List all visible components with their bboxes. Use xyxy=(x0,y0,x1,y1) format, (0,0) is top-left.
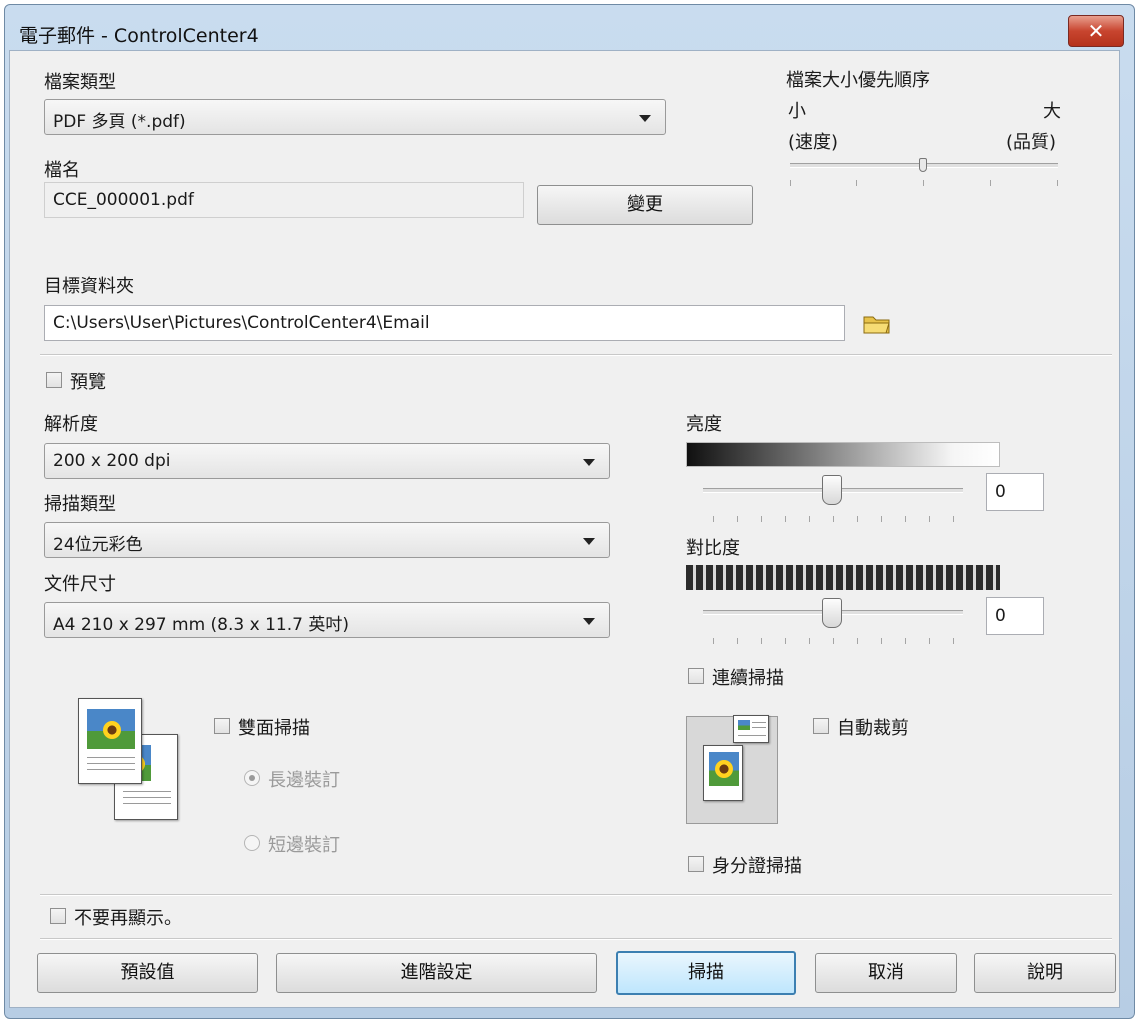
scan-type-select[interactable]: 24位元彩色 xyxy=(44,522,610,558)
scan-type-label: 掃描類型 xyxy=(44,494,116,515)
destination-folder-value: C:\Users\User\Pictures\ControlCenter4\Em… xyxy=(53,313,430,333)
folder-icon[interactable] xyxy=(862,312,892,336)
file-type-label: 檔案類型 xyxy=(44,72,116,93)
long-edge-label: 長邊裝訂 xyxy=(268,770,340,791)
small-card xyxy=(733,715,769,743)
speed-label: (速度) xyxy=(788,132,839,153)
button-divider xyxy=(40,938,1112,940)
duplex-scan-label: 雙面掃描 xyxy=(238,718,310,739)
document-size-label: 文件尺寸 xyxy=(44,574,116,595)
chevron-down-icon xyxy=(639,115,651,122)
chevron-down-icon xyxy=(583,538,595,545)
duplex-scan-checkbox[interactable] xyxy=(214,718,230,734)
file-type-value: PDF 多頁 (*.pdf) xyxy=(53,112,186,132)
continuous-scan-checkbox[interactable] xyxy=(688,668,704,684)
short-edge-radio[interactable] xyxy=(244,835,260,851)
short-edge-label: 短邊裝訂 xyxy=(268,835,340,856)
dont-show-again-label: 不要再顯示。 xyxy=(74,908,182,929)
help-button[interactable]: 說明 xyxy=(974,953,1116,993)
id-card-scan-checkbox[interactable] xyxy=(688,856,704,872)
document-size-value: A4 210 x 297 mm (8.3 x 11.7 英吋) xyxy=(53,615,349,635)
size-small-label: 小 xyxy=(788,101,806,122)
brightness-value-input[interactable]: 0 xyxy=(986,473,1044,511)
contrast-value-input[interactable]: 0 xyxy=(986,597,1044,635)
file-type-select[interactable]: PDF 多頁 (*.pdf) xyxy=(44,99,666,135)
long-edge-radio[interactable] xyxy=(244,770,260,786)
window-title: 電子郵件 - ControlCenter4 xyxy=(19,25,259,47)
photo-card xyxy=(703,745,743,801)
file-size-slider-ticks xyxy=(790,180,1058,188)
contrast-value: 0 xyxy=(995,606,1006,626)
resolution-label: 解析度 xyxy=(44,414,98,435)
cancel-button[interactable]: 取消 xyxy=(815,953,957,993)
document-size-select[interactable]: A4 210 x 297 mm (8.3 x 11.7 英吋) xyxy=(44,602,610,638)
size-large-label: 大 xyxy=(1043,101,1061,122)
front-page xyxy=(78,698,142,784)
contrast-stripe-bar xyxy=(686,565,1000,590)
brightness-label: 亮度 xyxy=(686,414,722,435)
resolution-select[interactable]: 200 x 200 dpi xyxy=(44,443,610,479)
file-name-field: CCE_000001.pdf xyxy=(44,182,524,218)
brightness-value: 0 xyxy=(995,482,1006,502)
chevron-down-icon xyxy=(583,459,595,466)
folder-icon-graphic xyxy=(863,316,890,334)
brightness-gradient-bar xyxy=(686,442,1000,467)
footer-divider xyxy=(40,894,1112,896)
chevron-down-icon xyxy=(583,618,595,625)
destination-folder-label: 目標資料夾 xyxy=(44,276,134,297)
contrast-label: 對比度 xyxy=(686,538,740,559)
contrast-slider-ticks xyxy=(713,638,954,646)
file-name-label: 檔名 xyxy=(44,160,80,181)
contrast-slider-thumb[interactable] xyxy=(822,598,842,628)
brightness-slider-ticks xyxy=(713,516,954,524)
auto-crop-label: 自動裁剪 xyxy=(837,718,909,739)
auto-crop-checkbox[interactable] xyxy=(813,718,829,734)
default-settings-button[interactable]: 預設值 xyxy=(37,953,258,993)
auto-crop-icon xyxy=(686,715,778,824)
preview-label: 預覽 xyxy=(70,372,106,393)
brightness-slider-thumb[interactable] xyxy=(822,475,842,505)
file-size-slider-thumb[interactable] xyxy=(919,158,927,172)
file-size-priority-label: 檔案大小優先順序 xyxy=(786,70,930,91)
dont-show-again-checkbox[interactable] xyxy=(50,908,66,924)
change-button[interactable]: 變更 xyxy=(537,185,753,225)
continuous-scan-label: 連續掃描 xyxy=(712,668,784,689)
scan-type-value: 24位元彩色 xyxy=(53,535,143,555)
advanced-settings-button[interactable]: 進階設定 xyxy=(276,953,597,993)
close-button[interactable]: ✕ xyxy=(1068,15,1124,47)
duplex-pages-icon xyxy=(78,698,180,822)
quality-label: (品質) xyxy=(1006,132,1057,153)
resolution-value: 200 x 200 dpi xyxy=(53,451,171,471)
file-name-value: CCE_000001.pdf xyxy=(53,190,194,210)
preview-checkbox[interactable] xyxy=(46,372,62,388)
id-card-scan-label: 身分證掃描 xyxy=(712,856,802,877)
destination-folder-input[interactable]: C:\Users\User\Pictures\ControlCenter4\Em… xyxy=(44,305,845,341)
section-divider xyxy=(40,354,1112,356)
scan-button[interactable]: 掃描 xyxy=(616,951,796,995)
